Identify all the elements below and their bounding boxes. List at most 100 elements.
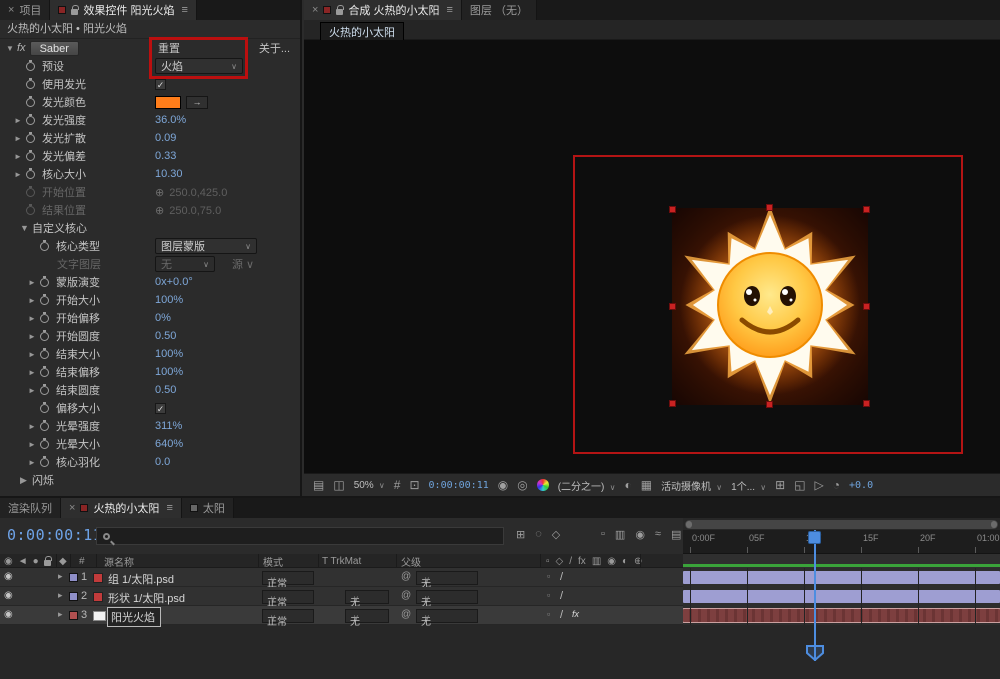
quality-switch-icon[interactable]: / — [560, 609, 563, 621]
selection-handle[interactable] — [669, 400, 676, 407]
twirl-icon[interactable]: ▶ — [20, 475, 32, 486]
stopwatch-icon[interactable] — [26, 206, 35, 215]
timeline-tab-1[interactable]: ×火热的小太阳≡ — [61, 498, 182, 518]
shy-toggle-icon[interactable]: ▫ — [601, 528, 605, 541]
expander-icon[interactable]: ▸ — [58, 590, 63, 601]
show-snapshot-icon[interactable]: ◎ — [517, 478, 527, 492]
panel-menu-icon[interactable]: ≡ — [447, 4, 453, 16]
eye-icon[interactable]: ◉ — [4, 590, 13, 601]
stopwatch-icon[interactable] — [40, 386, 49, 395]
mode-dropdown[interactable]: 正常∨ — [262, 609, 314, 623]
dropdown[interactable]: 火焰∨ — [155, 58, 243, 74]
pickwhip-icon[interactable]: @ — [401, 609, 411, 620]
layer-duration-bar[interactable] — [683, 571, 1000, 584]
color-swatch[interactable] — [155, 96, 181, 109]
close-icon[interactable]: × — [69, 502, 75, 514]
selection-handle[interactable] — [863, 206, 870, 213]
selection-handle[interactable] — [669, 206, 676, 213]
collapse-switch-icon[interactable]: ▫ — [547, 590, 550, 600]
dropdown[interactable]: 图层蒙版∨ — [155, 238, 257, 254]
twirl-icon[interactable]: ► — [28, 350, 40, 359]
expander-icon[interactable]: ▸ — [58, 571, 63, 582]
stopwatch-icon[interactable] — [40, 278, 49, 287]
transparency-grid-icon[interactable]: ▦ — [641, 478, 652, 492]
quality-switch-icon[interactable]: / — [560, 571, 563, 583]
layer-row[interactable]: ◉▸1组 1/太阳.psd正常∨@无∨▫/ — [0, 568, 683, 587]
parent-dropdown[interactable]: 无∨ — [416, 571, 478, 585]
property-value[interactable]: 311% — [155, 420, 182, 432]
exposure-value[interactable]: +0.0 — [849, 480, 873, 491]
label-color-chip[interactable] — [69, 573, 78, 582]
twirl-icon[interactable]: ► — [14, 134, 26, 143]
layer-row[interactable]: ◉▸3阳光火焰正常∨无∨@无∨▫/fx — [0, 606, 683, 625]
resolution-dropdown[interactable]: (二分之一) ∨ — [558, 478, 616, 493]
split-view-icon[interactable]: ◫ — [333, 478, 344, 492]
timeline-tab-0[interactable]: 渲染队列 — [0, 498, 61, 518]
stopwatch-icon[interactable] — [40, 332, 49, 341]
mask-visibility-icon[interactable]: ◐ — [624, 478, 631, 492]
stopwatch-icon[interactable] — [26, 134, 35, 143]
parent-dropdown[interactable]: 无∨ — [416, 590, 478, 604]
layer-duration-bar[interactable] — [683, 590, 1000, 603]
checkbox[interactable]: ✓ — [155, 403, 166, 414]
property-value[interactable]: 0x+0.0° — [155, 276, 193, 288]
property-value[interactable]: 10.30 — [155, 168, 183, 180]
stopwatch-icon[interactable] — [26, 62, 35, 71]
stopwatch-icon[interactable] — [40, 404, 49, 413]
exposure-icon[interactable]: ◔ — [833, 478, 840, 492]
eye-icon[interactable]: ◉ — [4, 571, 13, 582]
pickwhip-icon[interactable]: @ — [401, 571, 411, 582]
view-options-icon[interactable]: ⊞ — [775, 478, 785, 492]
stopwatch-icon[interactable] — [40, 368, 49, 377]
layer-row[interactable]: ◉▸2形状 1/太阳.psd正常∨无∨@无∨▫/ — [0, 587, 683, 606]
selection-handle[interactable] — [863, 400, 870, 407]
property-value[interactable]: 0% — [155, 312, 171, 324]
time-ruler[interactable]: 0:00F05F10F15F20F01:00F — [683, 530, 1000, 554]
zoom-dropdown[interactable]: 50% ∨ — [354, 480, 385, 491]
layer-name[interactable]: 组 1/太阳.psd — [108, 571, 174, 587]
selection-handle[interactable] — [669, 303, 676, 310]
quality-switch-icon[interactable]: / — [560, 590, 563, 602]
stopwatch-icon[interactable] — [26, 116, 35, 125]
layer-name[interactable]: 形状 1/太阳.psd — [108, 590, 185, 606]
collapse-switch-icon[interactable]: ▫ — [547, 571, 550, 581]
composition-button[interactable]: 火热的小太阳 — [320, 22, 404, 42]
twirl-icon[interactable]: ▼ — [20, 223, 32, 233]
property-value[interactable]: 0.50 — [155, 384, 176, 396]
twirl-icon[interactable]: ► — [28, 458, 40, 467]
twirl-icon[interactable]: ► — [28, 296, 40, 305]
twirl-open-icon[interactable]: ▼ — [6, 44, 17, 53]
checkbox[interactable]: ✓ — [155, 79, 166, 90]
twirl-icon[interactable]: ► — [28, 440, 40, 449]
panel-menu-icon[interactable]: ≡ — [182, 4, 188, 16]
fast-preview-icon[interactable]: ▷ — [815, 478, 824, 492]
twirl-icon[interactable]: ► — [14, 152, 26, 161]
property-value[interactable]: 640% — [155, 438, 183, 450]
chart-icon[interactable]: ▤ — [671, 528, 681, 541]
property-value[interactable]: 0.09 — [155, 132, 176, 144]
stopwatch-icon[interactable] — [26, 170, 35, 179]
close-icon[interactable]: × — [312, 4, 318, 16]
viewer-timecode[interactable]: 0:00:00:11 — [429, 480, 489, 491]
panel-menu-icon[interactable]: ≡ — [166, 502, 172, 514]
property-value[interactable]: 0.50 — [155, 330, 176, 342]
twirl-icon[interactable]: ► — [28, 422, 40, 431]
dropdown[interactable]: 无∨ — [155, 256, 215, 272]
composition-tab-1[interactable]: 图层 （无） — [462, 0, 537, 20]
close-icon[interactable]: × — [8, 4, 14, 16]
stopwatch-icon[interactable] — [26, 188, 35, 197]
mode-dropdown[interactable]: 正常∨ — [262, 590, 314, 604]
timeline-tab-2[interactable]: 太阳 — [182, 498, 234, 518]
draft3d-icon[interactable]: ◇ — [552, 528, 560, 541]
time-navigator[interactable] — [685, 520, 998, 529]
mode-dropdown[interactable]: 正常∨ — [262, 571, 314, 585]
effect-name-button[interactable]: Saber — [30, 41, 79, 56]
playhead-handle[interactable] — [808, 531, 821, 544]
stopwatch-icon[interactable] — [40, 314, 49, 323]
effect-panel-tab-0[interactable]: ×项目 — [0, 0, 50, 20]
trkmat-dropdown[interactable]: 无∨ — [345, 609, 389, 623]
reset-link[interactable]: 重置 — [158, 40, 180, 56]
search-input[interactable] — [116, 530, 503, 542]
stopwatch-icon[interactable] — [26, 98, 35, 107]
stopwatch-icon[interactable] — [40, 242, 49, 251]
